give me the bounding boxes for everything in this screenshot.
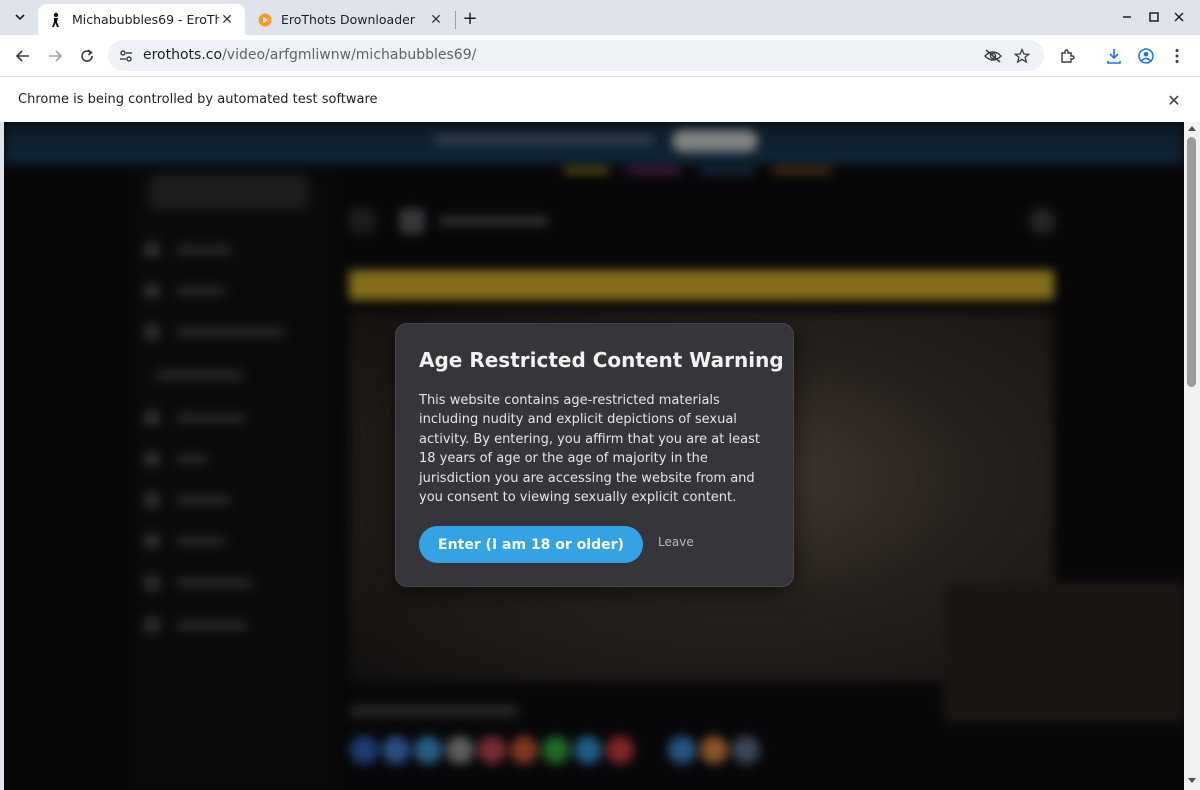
profile-icon[interactable] xyxy=(1135,45,1157,67)
page-viewport: Age Restricted Content Warning This webs… xyxy=(4,122,1184,790)
plus-icon[interactable]: + xyxy=(460,8,480,29)
tune-icon[interactable] xyxy=(118,48,134,64)
maximize-icon[interactable] xyxy=(1145,8,1163,26)
window-close-icon[interactable] xyxy=(1170,8,1188,26)
dialog-title: Age Restricted Content Warning xyxy=(419,348,784,372)
reload-icon[interactable] xyxy=(76,45,98,67)
infobar-text: Chrome is being controlled by automated … xyxy=(18,92,378,107)
download-icon[interactable] xyxy=(1103,45,1125,67)
site-favicon-icon xyxy=(48,12,64,28)
star-icon[interactable] xyxy=(1013,47,1031,65)
arrow-right-icon[interactable] xyxy=(44,45,66,67)
address-bar[interactable]: erothots.co/video/arfgmliwnw/michabubble… xyxy=(108,40,1044,71)
chevron-down-icon[interactable] xyxy=(8,6,32,28)
tab-strip: Michabubbles69 - EroThots ✕ EroThots Dow… xyxy=(0,0,1200,35)
scroll-up-arrow-icon[interactable] xyxy=(1188,126,1196,131)
age-warning-dialog: Age Restricted Content Warning This webs… xyxy=(395,323,794,587)
puzzle-icon[interactable] xyxy=(1056,45,1078,67)
leave-link[interactable]: Leave xyxy=(658,535,694,549)
automation-infobar: Chrome is being controlled by automated … xyxy=(0,76,1200,122)
page-scrollbar[interactable] xyxy=(1184,122,1200,790)
url-host: erothots.co xyxy=(143,47,223,63)
close-icon[interactable]: ✕ xyxy=(1164,90,1184,110)
tab-close-icon[interactable]: ✕ xyxy=(219,12,235,28)
url-path: /video/arfgmliwnw/michabubbles69/ xyxy=(222,47,477,63)
eye-off-icon[interactable] xyxy=(984,47,1002,65)
tab-downloader[interactable]: EroThots Downloader ✕ xyxy=(247,4,454,35)
browser-toolbar: erothots.co/video/arfgmliwnw/michabubble… xyxy=(0,35,1200,76)
downloader-favicon-icon xyxy=(257,12,273,28)
scroll-down-arrow-icon[interactable] xyxy=(1188,778,1196,783)
tab-title: Michabubbles69 - EroThots xyxy=(72,12,219,27)
tab-close-icon[interactable]: ✕ xyxy=(428,12,444,28)
tab-michabubbles[interactable]: Michabubbles69 - EroThots ✕ xyxy=(38,4,245,35)
kebab-menu-icon[interactable] xyxy=(1166,45,1188,67)
arrow-left-icon[interactable] xyxy=(12,45,34,67)
tab-separator xyxy=(455,11,456,29)
minimize-icon[interactable] xyxy=(1118,8,1136,26)
dialog-body-text: This website contains age-restricted mat… xyxy=(419,393,760,506)
scroll-thumb[interactable] xyxy=(1187,137,1196,387)
enter-button[interactable]: Enter (I am 18 or older) xyxy=(419,526,643,563)
tab-title: EroThots Downloader xyxy=(281,12,415,27)
url-text[interactable]: erothots.co/video/arfgmliwnw/michabubble… xyxy=(143,47,476,63)
